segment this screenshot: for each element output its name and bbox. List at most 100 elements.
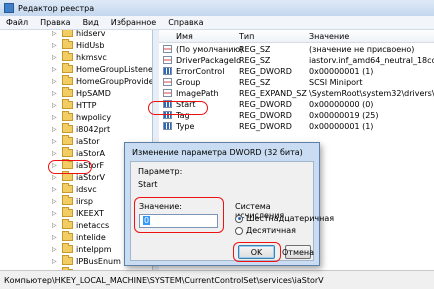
tree-item[interactable]: ▷ hkmsvc [0,51,107,63]
string-value-icon [163,78,172,86]
value-row[interactable]: (По умолчанию) REG_SZ (значение не присвое… [159,44,434,55]
tree-item[interactable]: ▷ iaStor [0,135,100,147]
expand-arrow-icon[interactable]: ▷ [52,42,58,49]
regedit-app-icon [4,3,14,13]
tree-item[interactable]: ▷ IKEEXT [0,207,104,219]
tree-item[interactable]: ▷ HpSAMD [0,87,111,99]
tree-item[interactable]: ▷ iaStorA [0,147,105,159]
tree-item[interactable]: ▷ intelppm [0,243,112,255]
expand-arrow-icon[interactable]: ▷ [52,198,58,205]
edit-dword-dialog: Изменение параметра DWORD (32 бита) Пара… [124,142,334,266]
folder-icon [62,147,73,157]
expand-arrow-icon[interactable]: ▷ [52,210,58,217]
expand-arrow-icon[interactable]: ▷ [52,246,58,253]
value-type: REG_SZ [239,45,271,54]
tree-item[interactable]: ▷ idsvc [0,183,97,195]
expand-arrow-icon[interactable]: ▷ [52,222,58,229]
tree-item[interactable]: ▷ i8042prt [0,123,110,135]
value-row[interactable]: Type REG_DWORD 0x00000001 (1) [159,121,434,132]
expand-arrow-icon[interactable]: ▷ [52,78,58,85]
value-name: Type [176,122,195,131]
tree-item[interactable]: ▷ HTTP [0,99,96,111]
dword-value-icon [163,67,172,75]
radix-hex-option[interactable]: Шестнадцатеричная [235,214,334,223]
expand-arrow-icon[interactable]: ▷ [52,234,58,241]
value-row[interactable]: ImagePath REG_EXPAND_SZ \SystemRoot\system… [159,88,434,99]
folder-icon [62,231,73,241]
tree-item-label: IPBusEnum [76,256,121,266]
radix-dec-option[interactable]: Десятичная [235,226,296,235]
value-type: REG_DWORD [239,100,292,109]
expand-arrow-icon[interactable]: ▷ [52,30,58,37]
title-bar: Редактор реестра [0,0,434,16]
tree-item[interactable]: ▷ intelide [0,231,106,243]
value-name: DriverPackageId [176,56,242,65]
dialog-title: Изменение параметра DWORD (32 бита) [132,147,303,157]
expand-arrow-icon[interactable]: ▷ [52,150,58,157]
column-type-header[interactable]: Тип [239,32,254,41]
value-type: REG_EXPAND_SZ [239,89,307,98]
param-value: Start [138,180,158,189]
tree-item-label: hkmsvc [76,52,107,62]
value-type: REG_DWORD [239,122,292,131]
cancel-button[interactable]: Отмена [282,245,314,259]
expand-arrow-icon[interactable]: ▷ [52,54,58,61]
value-data: iastorv.inf_amd64_neutral_18cccb83 [309,56,434,65]
folder-icon [62,207,73,217]
folder-icon [62,99,73,109]
value-name: ErrorControl [176,67,225,76]
tree-item[interactable]: ▷ HidUsb [0,39,104,51]
menu-help[interactable]: Справка [162,18,209,27]
expand-arrow-icon[interactable]: ▷ [52,126,58,133]
menu-bar: Файл Правка Вид Избранное Справка [0,16,434,30]
expand-arrow-icon[interactable]: ▷ [52,138,58,145]
expand-arrow-icon[interactable]: ▷ [52,90,58,97]
expand-arrow-icon[interactable]: ▷ [52,174,58,181]
tree-item-label: HidUsb [76,40,105,50]
expand-arrow-icon[interactable]: ▷ [52,258,58,265]
value-row[interactable]: ErrorControl REG_DWORD 0x00000001 (1) [159,66,434,77]
value-data: \SystemRoot\system32\drivers\iaStor [309,89,434,98]
tree-item[interactable]: ▷ iirsp [0,195,93,207]
value-name: Group [176,78,201,87]
radix-dec-label: Десятичная [246,226,296,235]
param-label: Параметр: [138,167,183,176]
tree-item[interactable]: ▷ HomeGroupListener [0,63,153,75]
value-data: 0x00000001 (1) [309,67,374,76]
folder-icon [62,171,73,181]
value-row[interactable]: DriverPackageId REG_SZ iastorv.inf_amd64_n… [159,55,434,66]
expand-arrow-icon[interactable]: ▷ [52,186,58,193]
dword-value-icon [163,122,172,130]
value-data: 0x00000019 (25) [309,111,379,120]
value-type: REG_SZ [239,78,271,87]
iastorv-highlight-oval [48,160,92,174]
value-data: SCSI Miniport [309,78,363,87]
column-name-header[interactable]: Имя [176,32,193,41]
expand-arrow-icon[interactable]: ▷ [52,114,58,121]
tree-item[interactable]: ▷ inetaccs [0,219,109,231]
tree-item[interactable]: ▷ hidserv [0,30,105,39]
tree-item[interactable]: ▷ HomeGroupProvider [0,75,152,87]
tree-item-label: HomeGroupListener [76,64,153,74]
value-name: (По умолчанию) [176,45,244,54]
column-value-header[interactable]: Значение [309,32,349,41]
tree-item-label: i8042prt [76,124,111,134]
tree-item[interactable]: ▷ IPBusEnum [0,255,121,267]
folder-icon [62,219,73,229]
tree-item-label: iaStor [76,136,100,146]
value-row[interactable]: Group REG_SZ SCSI Miniport [159,77,434,88]
tree-item-label: idsvc [76,184,97,194]
folder-icon [62,51,73,61]
folder-icon [62,183,73,193]
menu-edit[interactable]: Правка [34,18,76,27]
menu-file[interactable]: Файл [0,18,34,27]
menu-favorites[interactable]: Избранное [105,18,162,27]
tree-item[interactable]: ▷ hwpolicy [0,111,111,123]
radix-hex-label: Шестнадцатеричная [246,214,335,223]
expand-arrow-icon[interactable]: ▷ [52,66,58,73]
string-value-icon [163,89,172,97]
status-bar: Компьютер\HKEY_LOCAL_MACHINE\SYSTEM\Curr… [0,270,434,289]
menu-view[interactable]: Вид [77,18,105,27]
value-type: REG_SZ [239,56,271,65]
expand-arrow-icon[interactable]: ▷ [52,102,58,109]
